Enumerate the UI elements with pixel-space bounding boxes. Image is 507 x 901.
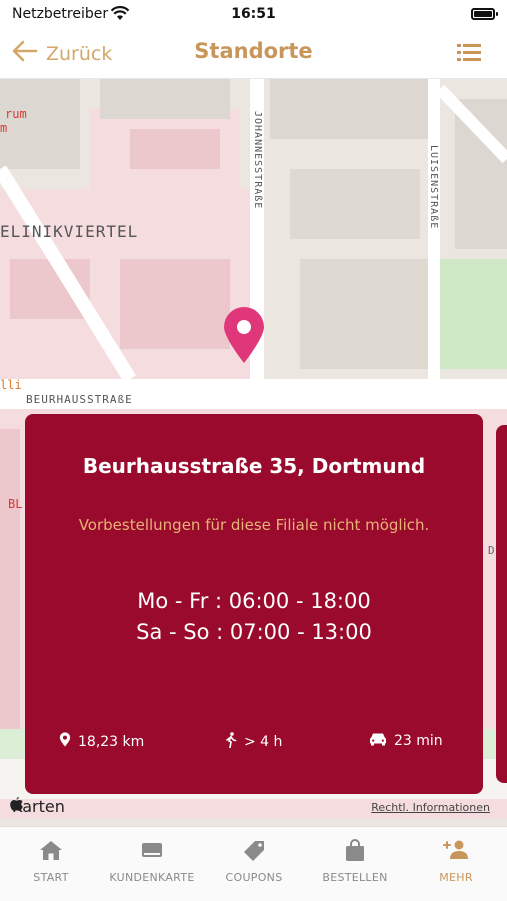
poi-label: lli xyxy=(0,378,22,392)
drive-stat: 23 min xyxy=(369,732,443,750)
tab-kundenkarte[interactable]: KUNDENKARTE xyxy=(102,839,202,884)
card-icon xyxy=(139,843,165,865)
list-icon xyxy=(457,44,481,66)
location-marker-icon xyxy=(59,732,71,751)
poi-label: BL xyxy=(8,497,23,511)
poi-label: D xyxy=(488,544,495,557)
car-icon xyxy=(369,732,387,750)
walk-stat: > 4 h xyxy=(225,732,282,752)
distance-stat: 18,23 km xyxy=(59,732,144,751)
street-label-beurhausstrasse: BEURHAUSSTRAßE xyxy=(26,393,133,406)
shopping-bag-icon xyxy=(342,839,368,865)
hours-weekend: Sa - So : 07:00 - 13:00 xyxy=(136,620,372,644)
legal-link[interactable]: Rechtl. Informationen xyxy=(371,801,490,814)
walk-time-value: > 4 h xyxy=(244,734,283,750)
navigation-bar: Zurück Standorte xyxy=(0,30,507,79)
maps-attribution: Karten xyxy=(10,797,65,816)
drive-time-value: 23 min xyxy=(394,733,443,749)
tab-label: BESTELLEN xyxy=(322,871,388,884)
street-label-luisenstrasse: LUISENSTRAßE xyxy=(428,145,439,230)
store-address: Beurhausstraße 35, Dortmund xyxy=(82,454,426,478)
opening-hours: Mo - Fr : 06:00 - 18:00 Sa - So : 07:00 … xyxy=(25,586,483,648)
store-card[interactable]: Beurhausstraße 35, Dortmund Vorbestellun… xyxy=(25,414,483,794)
battery-icon xyxy=(471,8,498,20)
add-person-icon xyxy=(443,840,469,865)
district-label: ELINIKVIERTEL xyxy=(0,222,139,241)
poi-label: m xyxy=(0,121,8,135)
tab-label: START xyxy=(33,871,69,884)
hours-weekdays: Mo - Fr : 06:00 - 18:00 xyxy=(137,589,371,613)
tab-bestellen[interactable]: BESTELLEN xyxy=(305,839,405,884)
status-bar: Netzbetreiber 16:51 xyxy=(0,0,507,30)
tab-label: COUPONS xyxy=(225,871,283,884)
tab-label: KUNDENKARTE xyxy=(109,871,195,884)
tab-label: MEHR xyxy=(439,871,473,884)
tab-bar: START KUNDENKARTE COUPONS BESTELLEN MEHR xyxy=(0,826,507,901)
clock: 16:51 xyxy=(231,6,276,22)
poi-label: rum xyxy=(5,107,27,121)
preorder-notice: Vorbestellungen für diese Filiale nicht … xyxy=(78,516,430,534)
list-view-button[interactable] xyxy=(457,42,481,66)
street-label-johannesstrasse: JOHANNESSTRAßE xyxy=(252,111,263,210)
walking-icon xyxy=(225,732,237,752)
home-icon xyxy=(38,841,64,865)
tab-coupons[interactable]: COUPONS xyxy=(204,839,304,884)
tab-start[interactable]: START xyxy=(1,839,101,884)
distance-value: 18,23 km xyxy=(78,733,145,750)
tag-icon xyxy=(241,841,267,865)
next-store-card[interactable] xyxy=(496,425,507,783)
tab-mehr[interactable]: MEHR xyxy=(406,839,506,884)
page-title: Standorte xyxy=(194,39,313,63)
